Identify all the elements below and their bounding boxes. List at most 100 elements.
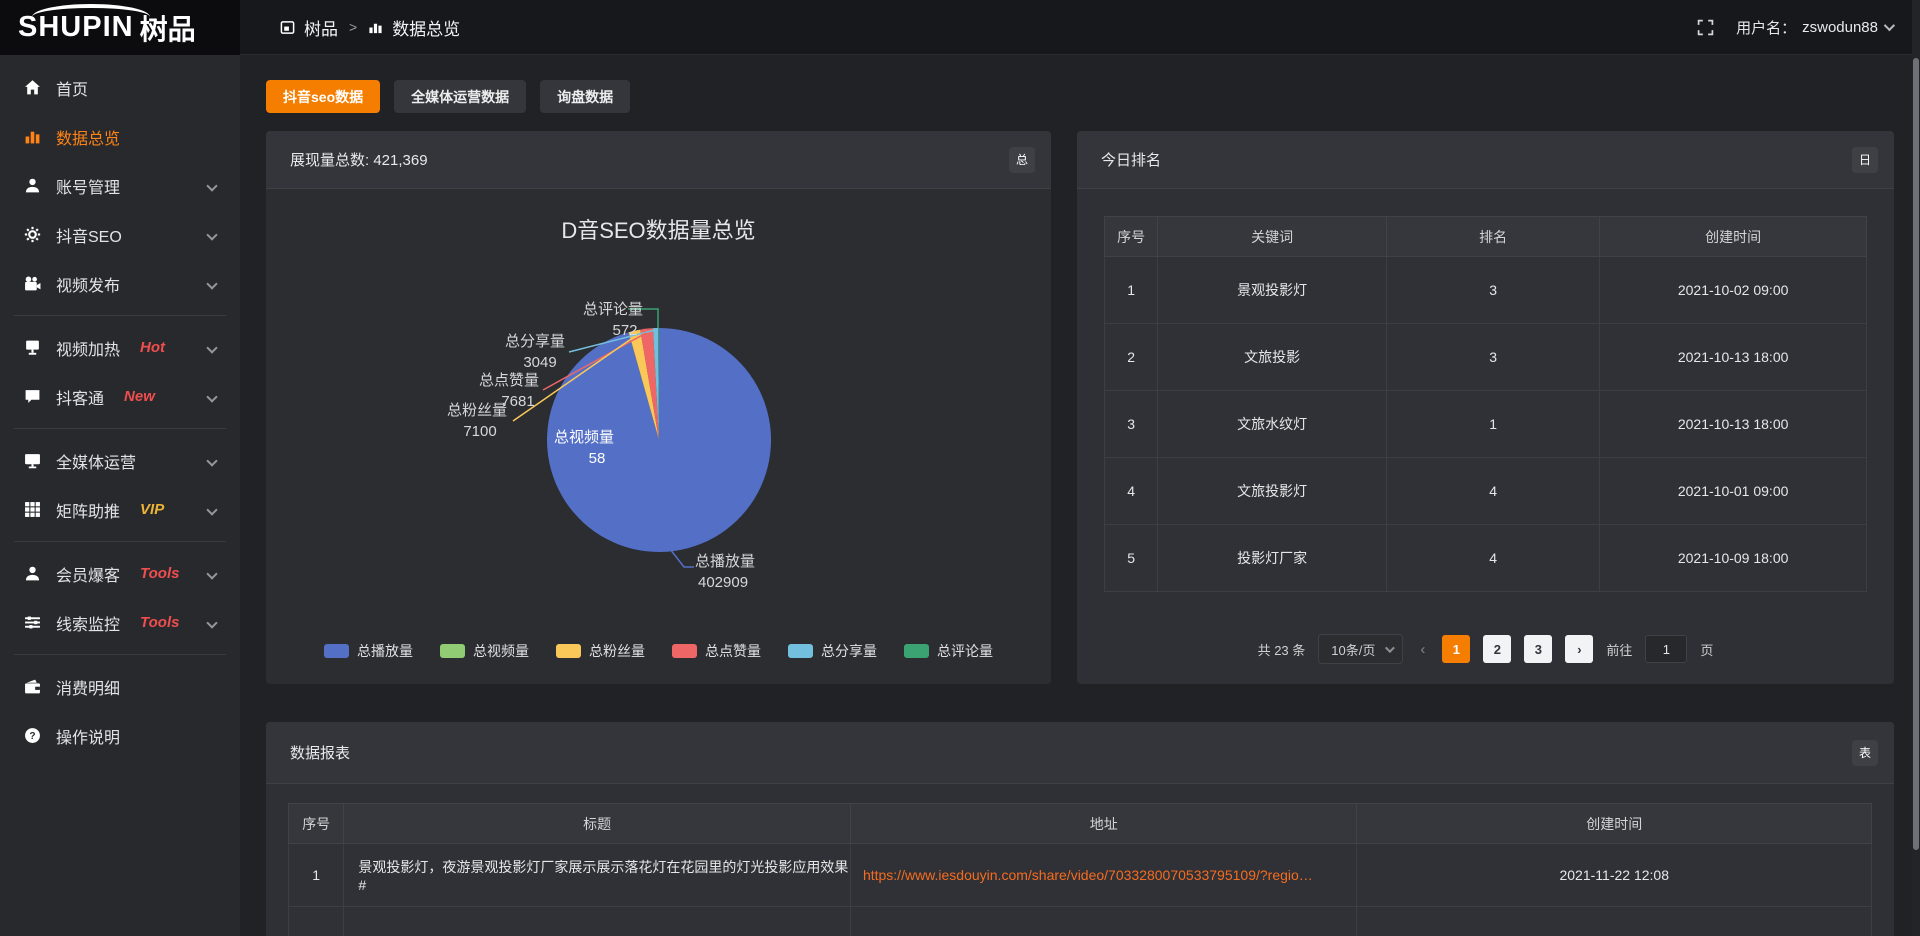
breadcrumb-current[interactable]: 数据总览	[392, 15, 460, 40]
col-keyword: 关键词	[1158, 217, 1387, 257]
scrollbar-thumb[interactable]	[1913, 58, 1919, 850]
window-icon	[280, 20, 295, 35]
sidebar-item-help[interactable]: ? 操作说明	[0, 711, 240, 760]
sidebar-item-video-heat[interactable]: 视频加热 Hot	[0, 323, 240, 372]
pagination-total: 共 23 条	[1258, 640, 1306, 659]
video-title: 景观投影灯，夜游景观投影灯厂家展示展示落花灯在花园里的灯光投影应用效果 #	[344, 844, 851, 907]
breadcrumb-separator: >	[349, 19, 357, 35]
sidebar-divider	[14, 428, 226, 429]
home-icon	[24, 79, 41, 96]
username-label: 用户名：	[1736, 17, 1796, 38]
video-link[interactable]: https://www.iesdouyin.com/share/video/70…	[850, 844, 1357, 907]
prev-page-button[interactable]: ‹	[1416, 641, 1429, 658]
sidebar-item-label: 线索监控	[56, 611, 120, 635]
legend-item[interactable]: 总播放量	[324, 641, 413, 661]
col-no: 序号	[289, 804, 344, 844]
report-table-area: 序号 标题 地址 创建时间 1 景观投影灯，夜游景观投影灯厂家展示展示落花灯在花…	[266, 803, 1894, 936]
chevron-down-icon	[206, 180, 217, 191]
app-logo: SHUPIN 树品	[0, 0, 240, 55]
chevron-down-icon	[206, 455, 217, 466]
legend-item[interactable]: 总评论量	[904, 641, 993, 661]
sidebar-item-clue-monitor[interactable]: 线索监控 Tools	[0, 598, 240, 647]
tab-inquiry[interactable]: 询盘数据	[540, 80, 630, 113]
breadcrumb-root[interactable]: 树品	[304, 15, 338, 40]
sidebar-item-video-publish[interactable]: 视频发布	[0, 259, 240, 308]
user-menu[interactable]: 用户名：zswodun88	[1736, 17, 1892, 38]
chevron-down-icon	[206, 391, 217, 402]
sidebar-item-data-overview[interactable]: 数据总览	[0, 112, 240, 161]
page-size-select[interactable]: 10条/页	[1318, 634, 1403, 664]
hot-badge: Hot	[140, 339, 165, 356]
sidebar-item-label: 全媒体运营	[56, 449, 136, 473]
page-scrollbar[interactable]	[1912, 0, 1920, 936]
panel-title: 数据报表	[290, 742, 350, 763]
sidebar-item-doketong[interactable]: 抖客通 New	[0, 372, 240, 421]
table-row[interactable]: 3文旅水纹灯12021-10-13 18:00	[1105, 391, 1867, 458]
pie-label-name: 总分享量	[505, 333, 565, 350]
data-report-panel: 数据报表 表 序号 标题 地址 创建时间	[266, 722, 1894, 936]
pie-chart: 总评论量 572 总分享量 3049 总点赞量 7681 总粉丝量 7100 总…	[266, 189, 1051, 629]
legend-item[interactable]: 总视频量	[440, 641, 529, 661]
sidebar-divider	[14, 654, 226, 655]
ranking-table: 序号 关键词 排名 创建时间 1景观投影灯32021-10-02 09:00	[1104, 216, 1867, 592]
day-badge-button[interactable]: 日	[1852, 147, 1878, 173]
table-row[interactable]	[289, 907, 1872, 936]
sidebar-item-label: 抖客通	[56, 385, 104, 409]
sidebar-item-account[interactable]: 账号管理	[0, 161, 240, 210]
fullscreen-icon[interactable]	[1697, 19, 1714, 36]
legend-label: 总分享量	[821, 641, 877, 661]
sidebar-item-home[interactable]: 首页	[0, 63, 240, 112]
main-content: 抖音seo数据 全媒体运营数据 询盘数据 展现量总数: 421,369 总 D音…	[240, 55, 1920, 936]
pie-label-value: 7100	[463, 423, 496, 440]
sidebar-item-matrix-boost[interactable]: 矩阵助推 VIP	[0, 485, 240, 534]
seo-overview-panel: 展现量总数: 421,369 总 D音SEO数据量总览 总评论量 572	[266, 131, 1051, 684]
legend-item[interactable]: 总粉丝量	[556, 641, 645, 661]
panel-header: 数据报表 表	[266, 722, 1894, 784]
page-button-1[interactable]: 1	[1442, 635, 1470, 663]
new-badge: New	[124, 388, 155, 405]
sidebar-divider	[14, 315, 226, 316]
pie-label-value: 58	[589, 450, 606, 467]
bar-chart-icon	[368, 20, 383, 35]
sidebar-item-consumption[interactable]: 消费明细	[0, 662, 240, 711]
legend-item[interactable]: 总分享量	[788, 641, 877, 661]
col-title: 标题	[344, 804, 851, 844]
table-badge-button[interactable]: 表	[1852, 740, 1878, 766]
legend-item[interactable]: 总点赞量	[672, 641, 761, 661]
table-row[interactable]: 5投影灯厂家42021-10-09 18:00	[1105, 525, 1867, 592]
screen-icon	[24, 339, 41, 356]
tab-douyin-seo[interactable]: 抖音seo数据	[266, 80, 380, 113]
page-button-2[interactable]: 2	[1483, 635, 1511, 663]
sidebar-item-media-ops[interactable]: 全媒体运营	[0, 436, 240, 485]
table-row[interactable]: 1 景观投影灯，夜游景观投影灯厂家展示展示落花灯在花园里的灯光投影应用效果 # …	[289, 844, 1872, 907]
total-badge-button[interactable]: 总	[1009, 147, 1035, 173]
legend-label: 总粉丝量	[589, 641, 645, 661]
user-icon	[24, 565, 41, 582]
next-page-button[interactable]: ›	[1565, 635, 1593, 663]
pie-label-value: 572	[612, 322, 637, 339]
sidebar-item-label: 数据总览	[56, 125, 120, 149]
tools-badge: Tools	[140, 614, 179, 631]
legend-swatch	[556, 644, 581, 658]
pie-label-name: 总评论量	[583, 301, 643, 318]
page-button-3[interactable]: 3	[1524, 635, 1552, 663]
legend-swatch	[672, 644, 697, 658]
sidebar-item-douyin-seo[interactable]: 抖音SEO	[0, 210, 240, 259]
table-row[interactable]: 1景观投影灯32021-10-02 09:00	[1105, 257, 1867, 324]
pie-label-value: 3049	[523, 354, 556, 371]
chart-legend: 总播放量 总视频量 总粉丝量 总点赞量 总分享量 总评论量	[266, 641, 1051, 661]
table-row[interactable]: 4文旅投影灯42021-10-01 09:00	[1105, 458, 1867, 525]
tab-media-ops[interactable]: 全媒体运营数据	[394, 80, 526, 113]
leader-line	[670, 549, 694, 567]
user-icon	[24, 177, 41, 194]
sidebar-item-label: 首页	[56, 76, 88, 100]
chevron-down-icon	[206, 504, 217, 515]
sidebar-item-member[interactable]: 会员爆客 Tools	[0, 549, 240, 598]
goto-page-input[interactable]	[1645, 635, 1687, 663]
gear-icon	[24, 226, 41, 243]
sidebar-item-label: 视频发布	[56, 272, 120, 296]
impressions-total: 展现量总数: 421,369	[290, 149, 428, 170]
legend-label: 总视频量	[473, 641, 529, 661]
table-row[interactable]: 2文旅投影32021-10-13 18:00	[1105, 324, 1867, 391]
pie-chart-area: D音SEO数据量总览 总评论量 572 总分享量 3049 总点赞量 7681	[266, 189, 1051, 684]
